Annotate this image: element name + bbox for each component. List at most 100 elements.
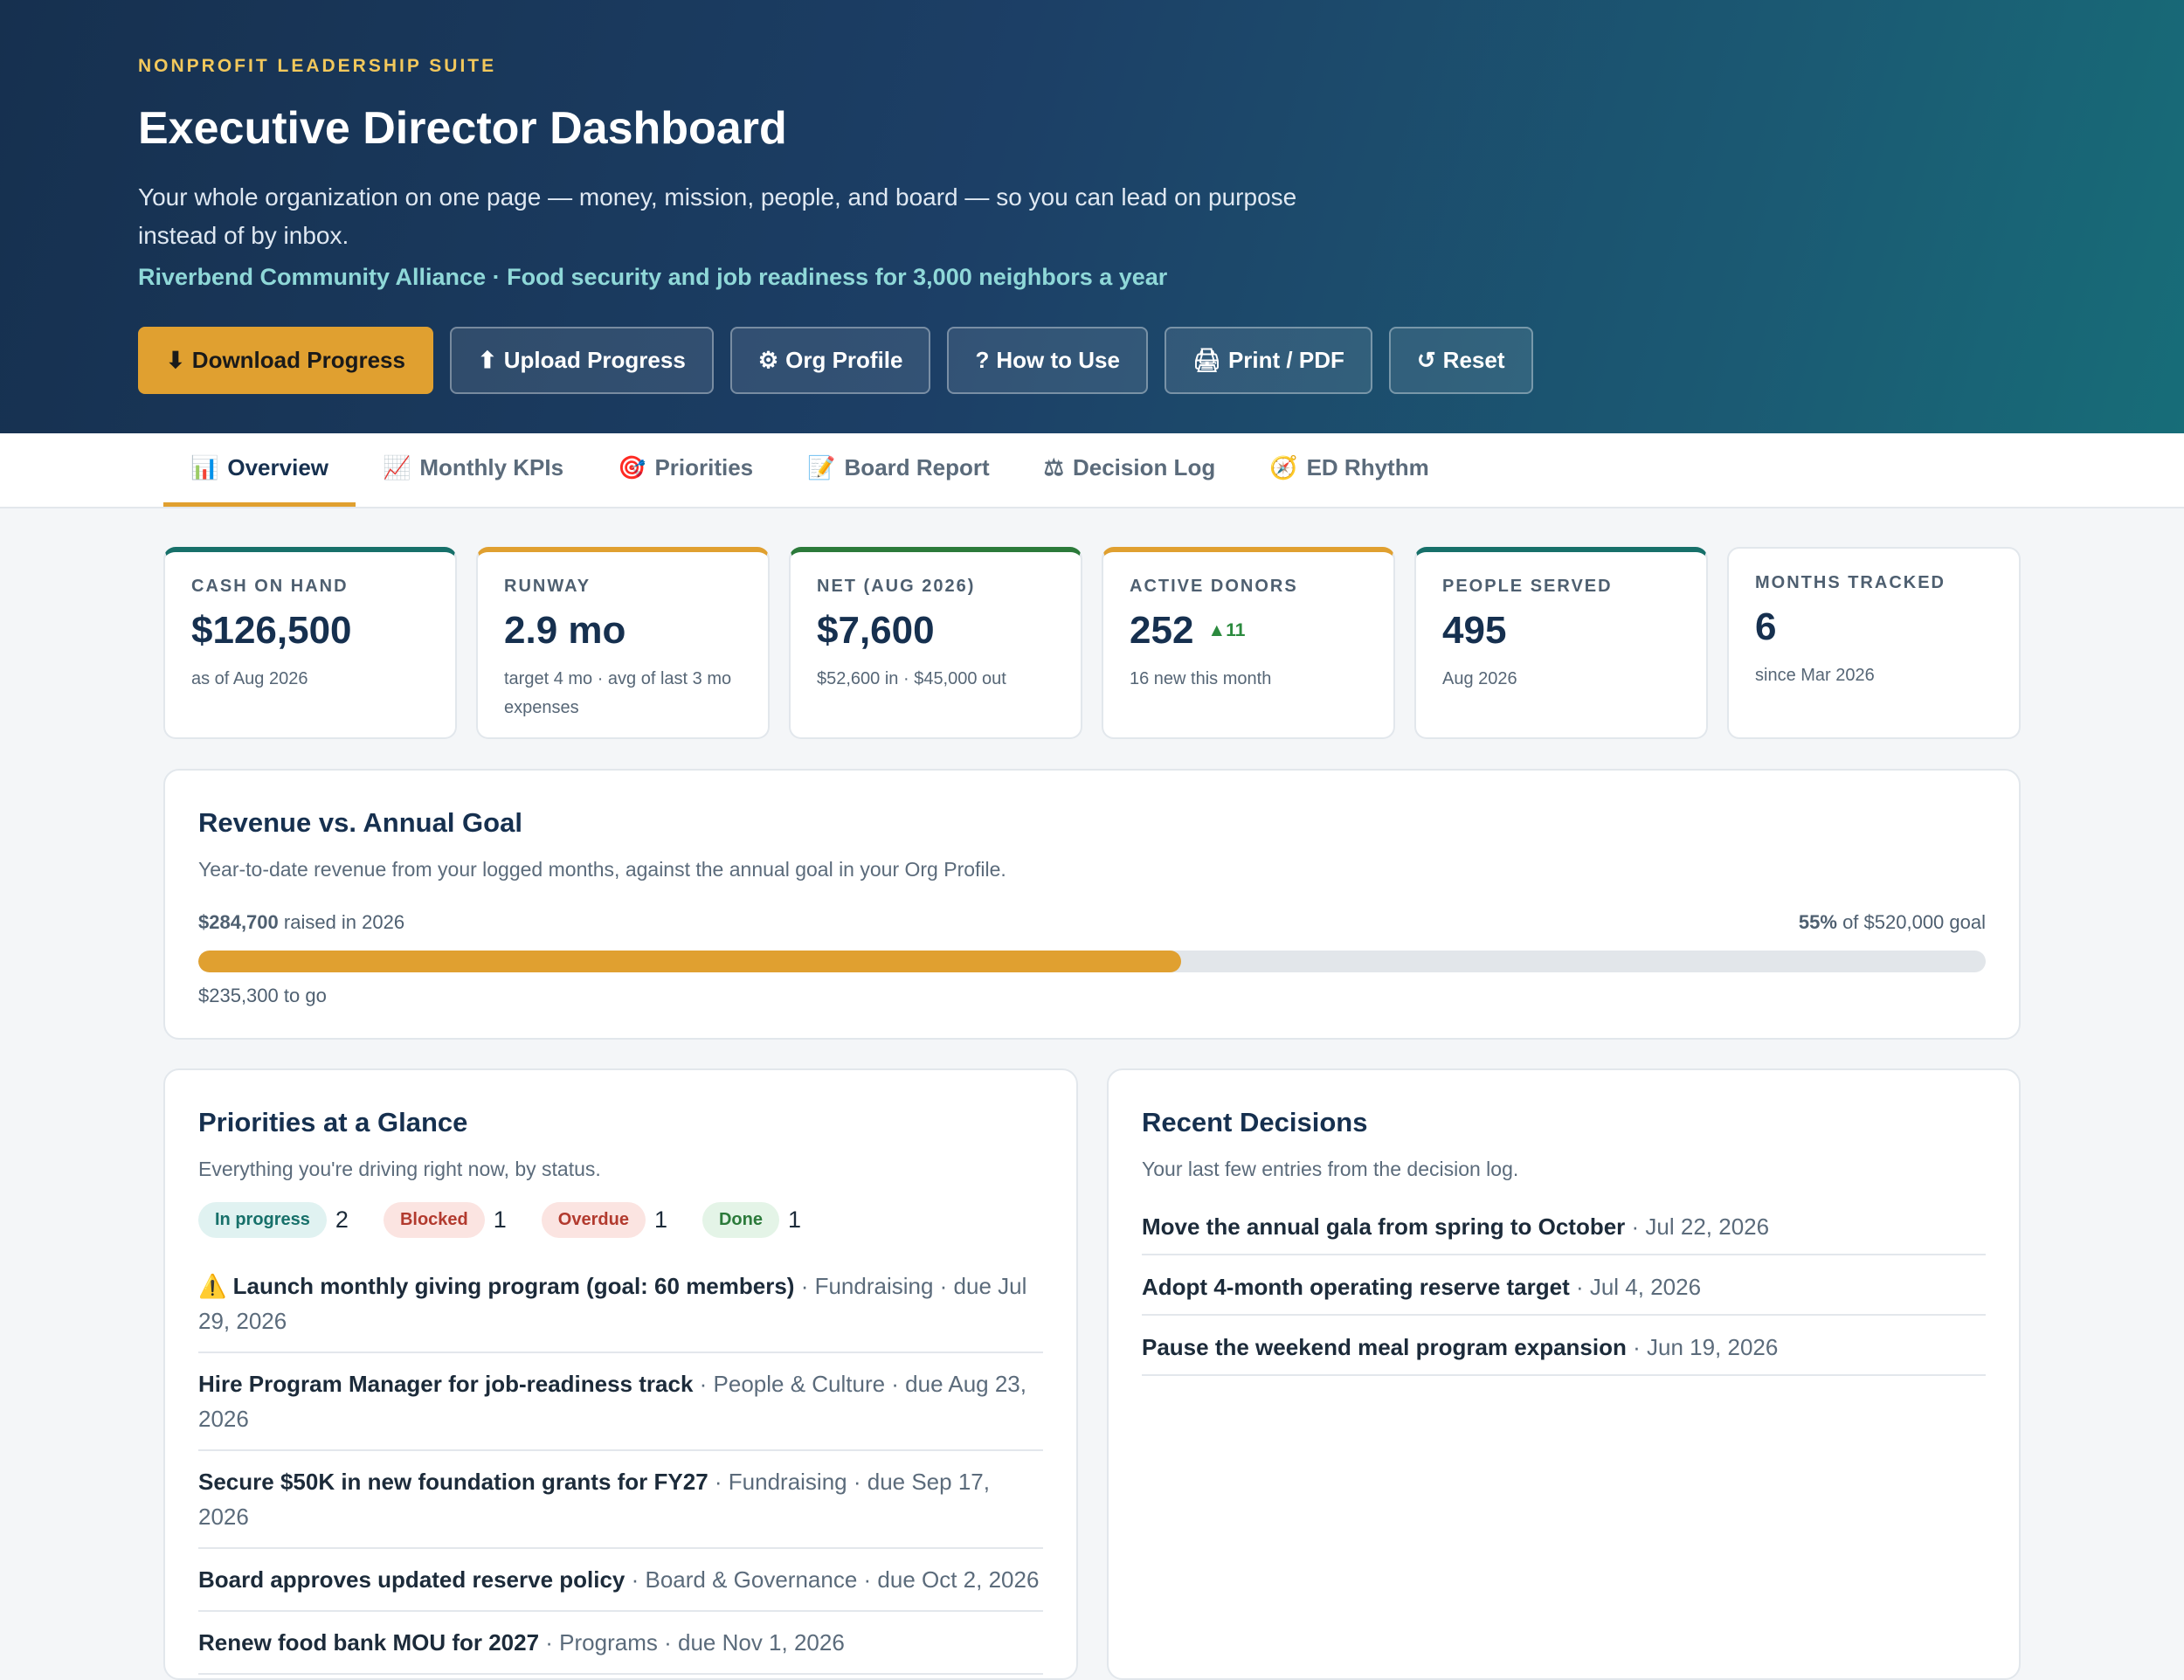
revenue-progress-fill <box>198 951 1182 972</box>
kpi-delta: ▲11 <box>1207 620 1246 640</box>
how-to-use-button[interactable]: ? How to Use <box>947 326 1148 394</box>
kpi-cash-on-hand: CASH ON HAND $126,500 as of Aug 2026 <box>163 547 457 739</box>
decision-date: · Jun 19, 2026 <box>1626 1334 1779 1360</box>
decision-title: Pause the weekend meal program expansion <box>1142 1334 1627 1360</box>
upload-icon: ⬆ <box>477 346 497 373</box>
decision-date: · Jul 22, 2026 <box>1625 1213 1770 1240</box>
revenue-goal-title: Revenue vs. Annual Goal <box>198 807 522 838</box>
tab-ed-rhythm[interactable]: 🧭 ED Rhythm <box>1242 433 1456 507</box>
tab-monthly-kpis-label: Monthly KPIs <box>419 454 564 480</box>
reset-icon: ↺ <box>1416 346 1436 373</box>
status-count-overdue: 1 <box>653 1206 667 1233</box>
kpi-sub: as of Aug 2026 <box>191 669 308 688</box>
status-count-blocked: 1 <box>493 1206 507 1233</box>
download-icon: ⬇ <box>166 346 185 373</box>
priority-title: Secure $50K in new foundation grants for… <box>198 1469 708 1495</box>
tab-ed-rhythm-label: ED Rhythm <box>1306 454 1429 480</box>
raised-stat: $284,700 raised in 2026 <box>198 911 404 934</box>
tab-overview[interactable]: 📊 Overview <box>163 433 356 507</box>
tab-monthly-kpis[interactable]: 📈 Monthly KPIs <box>356 433 591 507</box>
list-item[interactable]: Renew food bank MOU for 2027 · Programs … <box>198 1612 1043 1675</box>
tab-decision-log[interactable]: ⚖ Decision Log <box>1017 433 1243 507</box>
kpi-value-text: 6 <box>1755 605 1777 648</box>
priority-list: ⚠️ Launch monthly giving program (goal: … <box>198 1255 1043 1675</box>
priorities-title: Priorities at a Glance <box>198 1107 468 1137</box>
tab-board-report[interactable]: 📝 Board Report <box>780 433 1017 507</box>
kpi-active-donors: ACTIVE DONORS 252 ▲11 16 new this month <box>1102 547 1395 739</box>
compass-icon: 🧭 <box>1269 454 1298 480</box>
kpi-sub: $52,600 in · $45,000 out <box>817 669 1006 688</box>
priority-title: Hire Program Manager for job-readiness t… <box>198 1371 694 1397</box>
kpi-label: PEOPLE SERVED <box>1442 577 1613 596</box>
kpi-value: 6 <box>1755 605 1993 649</box>
tab-overview-label: Overview <box>227 454 329 480</box>
page-title: Executive Director Dashboard <box>138 103 787 154</box>
org-line: Riverbend Community Alliance · Food secu… <box>138 263 1168 290</box>
list-item[interactable]: Move the annual gala from spring to Octo… <box>1142 1213 1986 1255</box>
kpi-row: CASH ON HAND $126,500 as of Aug 2026 RUN… <box>163 547 2021 739</box>
remaining-amount: $235,300 to go <box>198 985 327 1006</box>
kpi-sub: target 4 mo · avg of last 3 mo expenses <box>504 669 732 717</box>
decisions-title: Recent Decisions <box>1142 1107 1368 1137</box>
kpi-label: MONTHS TRACKED <box>1755 573 1946 592</box>
org-profile-label: Org Profile <box>785 346 903 373</box>
upload-progress-button[interactable]: ⬆ Upload Progress <box>449 326 714 394</box>
raised-suffix: raised in 2026 <box>278 911 405 933</box>
tab-priorities[interactable]: 🎯 Priorities <box>591 433 780 507</box>
kpi-label: CASH ON HAND <box>191 577 349 596</box>
kpi-value-text: $7,600 <box>817 609 935 652</box>
status-badge-done: Done <box>702 1202 779 1238</box>
tab-board-report-label: Board Report <box>844 454 990 480</box>
status-badge-in-progress: In progress <box>198 1202 327 1238</box>
priority-title: Board approves updated reserve policy <box>198 1566 625 1593</box>
priority-title: Renew food bank MOU for 2027 <box>198 1629 540 1656</box>
tab-priorities-label: Priorities <box>654 454 754 480</box>
status-badge-blocked: Blocked <box>383 1202 485 1238</box>
kpi-value: $7,600 <box>817 609 1054 653</box>
kpi-value: 495 <box>1442 609 1680 653</box>
print-pdf-button[interactable]: 🖨 Print / PDF <box>1164 326 1372 394</box>
priority-meta: · Programs · due Nov 1, 2026 <box>539 1629 845 1656</box>
dashboard-header: NONPROFIT LEADERSHIP SUITE Executive Dir… <box>0 0 2184 433</box>
upload-progress-label: Upload Progress <box>503 346 686 373</box>
org-profile-button[interactable]: ⚙ Org Profile <box>729 326 931 394</box>
list-item[interactable]: Board approves updated reserve policy · … <box>198 1549 1043 1612</box>
kpi-value: $126,500 <box>191 609 429 653</box>
kpi-value: 252 ▲11 <box>1130 609 1367 653</box>
status-summary: In progress 2 Blocked 1 Overdue 1 Done 1 <box>198 1202 1043 1238</box>
list-item[interactable]: Pause the weekend meal program expansion… <box>1142 1333 1986 1376</box>
download-progress-label: Download Progress <box>191 346 405 373</box>
kpi-value: 2.9 mo <box>504 609 742 653</box>
printer-icon: 🖨 <box>1192 346 1221 373</box>
reset-button[interactable]: ↺ Reset <box>1388 326 1533 394</box>
decision-title: Adopt 4-month operating reserve target <box>1142 1274 1570 1300</box>
kpi-value-text: 2.9 mo <box>504 609 626 652</box>
priorities-panel: Priorities at a Glance Everything you're… <box>163 1068 1078 1680</box>
decision-title: Move the annual gala from spring to Octo… <box>1142 1213 1626 1240</box>
target-icon: 🎯 <box>618 454 646 480</box>
header-actions: ⬇ Download Progress ⬆ Upload Progress ⚙ … <box>138 326 2184 394</box>
kpi-label: NET (AUG 2026) <box>817 577 976 596</box>
revenue-goal-panel: Revenue vs. Annual Goal Year-to-date rev… <box>163 769 2021 1040</box>
bar-chart-icon: 📊 <box>190 454 219 480</box>
help-icon: ? <box>975 346 990 373</box>
list-item[interactable]: Hire Program Manager for job-readiness t… <box>198 1353 1043 1451</box>
print-pdf-label: Print / PDF <box>1227 346 1344 373</box>
status-badge-overdue: Overdue <box>541 1202 646 1238</box>
scales-icon: ⚖ <box>1043 454 1064 480</box>
kpi-label: RUNWAY <box>504 577 591 596</box>
kpi-sub: since Mar 2026 <box>1755 666 1875 685</box>
list-item[interactable]: Adopt 4-month operating reserve target ·… <box>1142 1273 1986 1316</box>
recent-decisions-panel: Recent Decisions Your last few entries f… <box>1107 1068 2021 1680</box>
list-item[interactable]: ⚠️ Launch monthly giving program (goal: … <box>198 1255 1043 1353</box>
trend-chart-icon: 📈 <box>383 454 411 480</box>
download-progress-button[interactable]: ⬇ Download Progress <box>138 326 433 394</box>
kpi-label: ACTIVE DONORS <box>1130 577 1298 596</box>
memo-icon: 📝 <box>807 454 836 480</box>
priority-meta: · Board & Governance · due Oct 2, 2026 <box>625 1566 1040 1593</box>
kpi-people-served: PEOPLE SERVED 495 Aug 2026 <box>1414 547 1708 739</box>
revenue-goal-desc: Year-to-date revenue from your logged mo… <box>198 858 1006 881</box>
list-item[interactable]: Secure $50K in new foundation grants for… <box>198 1451 1043 1549</box>
decisions-desc: Your last few entries from the decision … <box>1142 1158 1519 1180</box>
suite-eyebrow: NONPROFIT LEADERSHIP SUITE <box>138 56 497 76</box>
